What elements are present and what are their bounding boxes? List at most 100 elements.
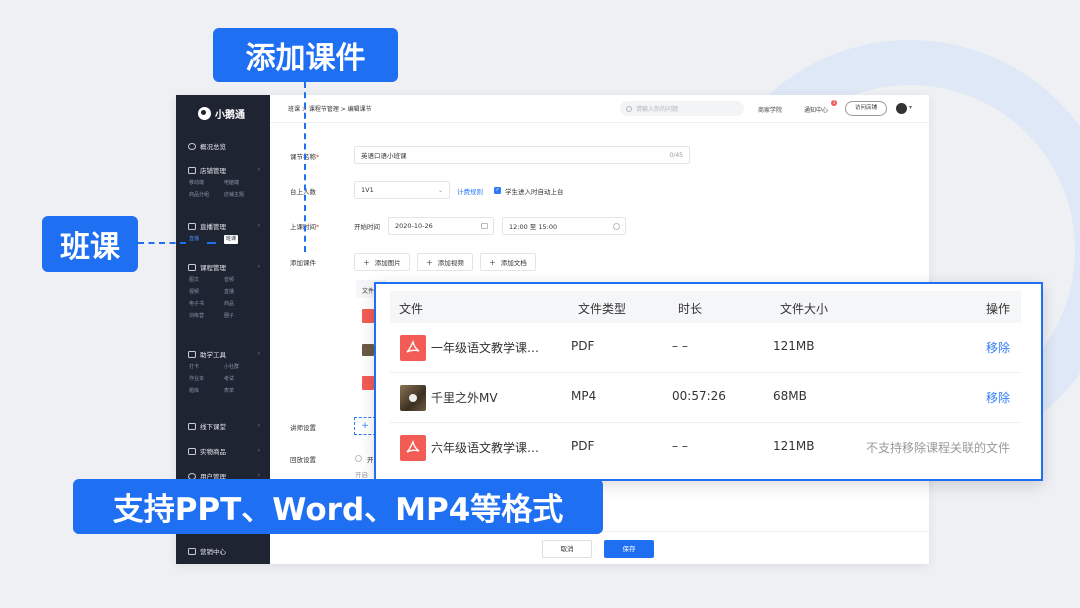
pdf-icon — [362, 376, 374, 390]
breadcrumb[interactable]: 班课 > 课程节管理 > 编辑课节 — [288, 104, 372, 113]
date-picker[interactable]: 2020-10-26 — [388, 217, 494, 235]
time-range-picker[interactable]: 12:00 至 15:00 — [502, 217, 626, 235]
table-row: 千里之外MV MP4 00:57:26 68MB 移除 — [390, 373, 1021, 423]
playback-hint: 开启 — [355, 471, 368, 479]
col-size: 文件大小 — [780, 302, 829, 316]
auto-stage-checkbox[interactable]: ✓ — [494, 187, 501, 194]
sidebar-sub-homework[interactable]: 作业本 — [189, 373, 224, 385]
file-name: 六年级语文教学课… — [431, 441, 540, 455]
pdf-icon — [400, 335, 426, 361]
merchant-academy-link[interactable]: 商家学院 — [758, 105, 782, 114]
sidebar-item-tools[interactable]: 助学工具 › — [176, 347, 270, 361]
sidebar-sub-live2[interactable]: 直播 — [224, 286, 259, 298]
chevron-right-icon: › — [257, 166, 260, 173]
add-lecturer-button[interactable]: + — [354, 417, 376, 435]
search-icon — [626, 105, 632, 112]
sidebar-group-store: 店铺管理 › 移动端 电脑端 商品分组 店铺主题 — [176, 163, 270, 201]
sidebar-sub-questions[interactable]: 题库 — [189, 385, 224, 397]
sidebar-item-physical[interactable]: 实物商品 › — [176, 444, 270, 458]
sidebar-sub-audio[interactable]: 音频 — [224, 274, 259, 286]
lesson-name-input[interactable]: 英语口语小班课 0/45 — [354, 146, 690, 164]
sidebar-sub-ebook[interactable]: 电子书 — [189, 298, 224, 310]
sidebar-sub-mobile[interactable]: 移动端 — [189, 177, 224, 189]
billing-rule-link[interactable]: 计费规则 — [457, 186, 483, 196]
sidebar-item-offline[interactable]: 线下课堂 › — [176, 419, 270, 433]
playback-radio[interactable] — [355, 455, 362, 462]
brand-logo: 小鹅通 — [198, 105, 245, 121]
remove-link[interactable]: 移除 — [986, 389, 1010, 406]
file-table-header: 文件 文件类型 时长 文件大小 操作 — [390, 291, 1021, 323]
sidebar-group-course: 课程管理 › 图文 音频 视频 直播 电子书 商品 训练营 圈子 — [176, 260, 270, 322]
plus-icon: + — [363, 257, 370, 267]
chevron-right-icon: › — [257, 447, 260, 454]
seats-value: 1V1 — [361, 186, 374, 194]
sidebar-sub-desktop[interactable]: 电脑端 — [224, 177, 259, 189]
sidebar-item-live[interactable]: 直播管理 › — [176, 219, 270, 233]
search-input[interactable]: 请输入你的问题 — [620, 101, 744, 116]
chevron-right-icon: › — [257, 263, 260, 270]
sidebar-sub-class[interactable]: 班课 — [224, 235, 239, 244]
sidebar-item-label: 线下课堂 — [200, 423, 226, 431]
sidebar-sub-groups[interactable]: 商品分组 — [189, 189, 224, 201]
save-button[interactable]: 保存 — [604, 540, 654, 558]
notification-center-link[interactable]: 通知中心 — [804, 105, 828, 114]
col-duration: 时长 — [678, 302, 703, 316]
sidebar-item-store[interactable]: 店铺管理 › — [176, 163, 270, 177]
clock-icon — [613, 222, 620, 230]
col-file: 文件 — [399, 302, 424, 316]
sidebar-item-label: 助学工具 — [200, 351, 226, 359]
chevron-right-icon: › — [257, 222, 260, 229]
sidebar-sub-camp[interactable]: 训练营 — [189, 310, 224, 322]
chevron-down-icon: ⌄ — [437, 186, 443, 194]
cancel-button[interactable]: 取消 — [542, 540, 592, 558]
connector-line — [138, 242, 186, 244]
sidebar-item-course[interactable]: 课程管理 › — [176, 260, 270, 274]
sidebar-sub-theme[interactable]: 店铺主题 — [224, 189, 259, 201]
calendar-icon — [481, 223, 488, 229]
seats-label: 台上人数 — [290, 188, 316, 196]
form-footer: 取消 保存 — [270, 531, 929, 564]
sidebar-sub-article[interactable]: 图文 — [189, 274, 224, 286]
sidebar-sub-exam[interactable]: 考试 — [224, 373, 259, 385]
add-video-button[interactable]: + 添加视频 — [417, 253, 473, 271]
col-action: 操作 — [985, 302, 1010, 316]
sidebar-item-marketing[interactable]: 营销中心 — [176, 544, 270, 558]
auto-stage-label: 学生进入时自动上台 — [505, 188, 564, 196]
add-image-button[interactable]: + 添加图片 — [354, 253, 410, 271]
pdf-icon — [362, 309, 374, 323]
sidebar-item-label: 课程管理 — [200, 264, 226, 272]
callout-class-lesson: 班课 — [42, 216, 138, 272]
sidebar-sub-community[interactable]: 小社群 — [224, 361, 259, 373]
logo-icon — [198, 106, 211, 120]
lesson-name-value: 英语口语小班课 — [361, 152, 407, 160]
sidebar-item-label: 实物商品 — [200, 448, 226, 456]
chevron-down-icon[interactable]: ▾ — [909, 104, 912, 111]
time-range-value: 12:00 至 15:00 — [509, 223, 558, 231]
sidebar-sub-checkin[interactable]: 打卡 — [189, 361, 224, 373]
sidebar-sub-goods[interactable]: 商品 — [224, 298, 259, 310]
sidebar-item-label: 直播管理 — [200, 223, 226, 231]
col-type: 文件类型 — [578, 302, 627, 316]
table-row: 六年级语文教学课… PDF – – 121MB 不支持移除课程关联的文件 — [390, 423, 1021, 473]
sidebar-sub-circle[interactable]: 圈子 — [224, 310, 259, 322]
file-type: PDF — [571, 439, 595, 453]
seats-select[interactable]: 1V1 ⌄ — [354, 181, 450, 199]
book-icon — [188, 263, 196, 271]
file-duration: – – — [672, 439, 688, 453]
visit-store-button[interactable]: 访问店铺 — [845, 101, 887, 116]
sidebar-sub-video[interactable]: 视频 — [189, 286, 224, 298]
remove-disabled-note: 不支持移除课程关联的文件 — [865, 441, 1010, 455]
megaphone-icon — [188, 547, 196, 555]
sidebar-item-overview[interactable]: 概况总览 — [176, 139, 270, 153]
sidebar-sub-forms[interactable]: 表单 — [224, 385, 259, 397]
topbar: 班课 > 课程节管理 > 编辑课节 请输入你的问题 商家学院 通知中心 1 访问… — [270, 95, 929, 123]
remove-link[interactable]: 移除 — [986, 339, 1010, 356]
avatar[interactable] — [896, 103, 907, 114]
callout-add-courseware: 添加课件 — [213, 28, 398, 82]
sidebar-group-live: 直播管理 › 直播 班课 — [176, 219, 270, 245]
add-document-button[interactable]: + 添加文档 — [480, 253, 536, 271]
file-size: 121MB — [773, 339, 815, 353]
file-type: PDF — [571, 339, 595, 353]
dashboard-icon — [188, 142, 196, 150]
sidebar-item-label: 营销中心 — [200, 548, 226, 556]
